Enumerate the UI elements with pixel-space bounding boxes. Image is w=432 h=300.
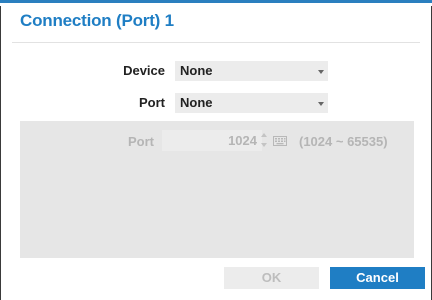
dialog-title: Connection (Port) 1 [20, 11, 174, 30]
chevron-down-icon [318, 102, 324, 106]
port-number-label: Port [128, 134, 154, 149]
port-select[interactable]: None [175, 93, 328, 113]
device-select-value: None [180, 63, 213, 78]
keyboard-icon[interactable] [273, 136, 287, 146]
port-select-label: Port [139, 95, 165, 110]
device-select[interactable]: None [175, 61, 328, 81]
cancel-button[interactable]: Cancel [330, 267, 425, 289]
port-range-hint: (1024 ~ 65535) [299, 134, 388, 149]
port-settings-panel: Port 1024 (1024 ~ 65535) [20, 121, 414, 258]
title-divider [12, 42, 420, 43]
spin-up-icon[interactable] [261, 133, 267, 137]
device-label: Device [123, 63, 165, 78]
spin-down-icon[interactable] [261, 143, 267, 147]
port-select-value: None [180, 95, 213, 110]
spinner-icon[interactable] [260, 131, 268, 151]
chevron-down-icon [318, 70, 324, 74]
port-number-input[interactable]: 1024 [162, 130, 262, 151]
ok-button[interactable]: OK [224, 267, 319, 289]
connection-port-dialog: Connection (Port) 1 Device None Port Non… [0, 0, 432, 300]
dialog-left-edge [0, 6, 1, 300]
